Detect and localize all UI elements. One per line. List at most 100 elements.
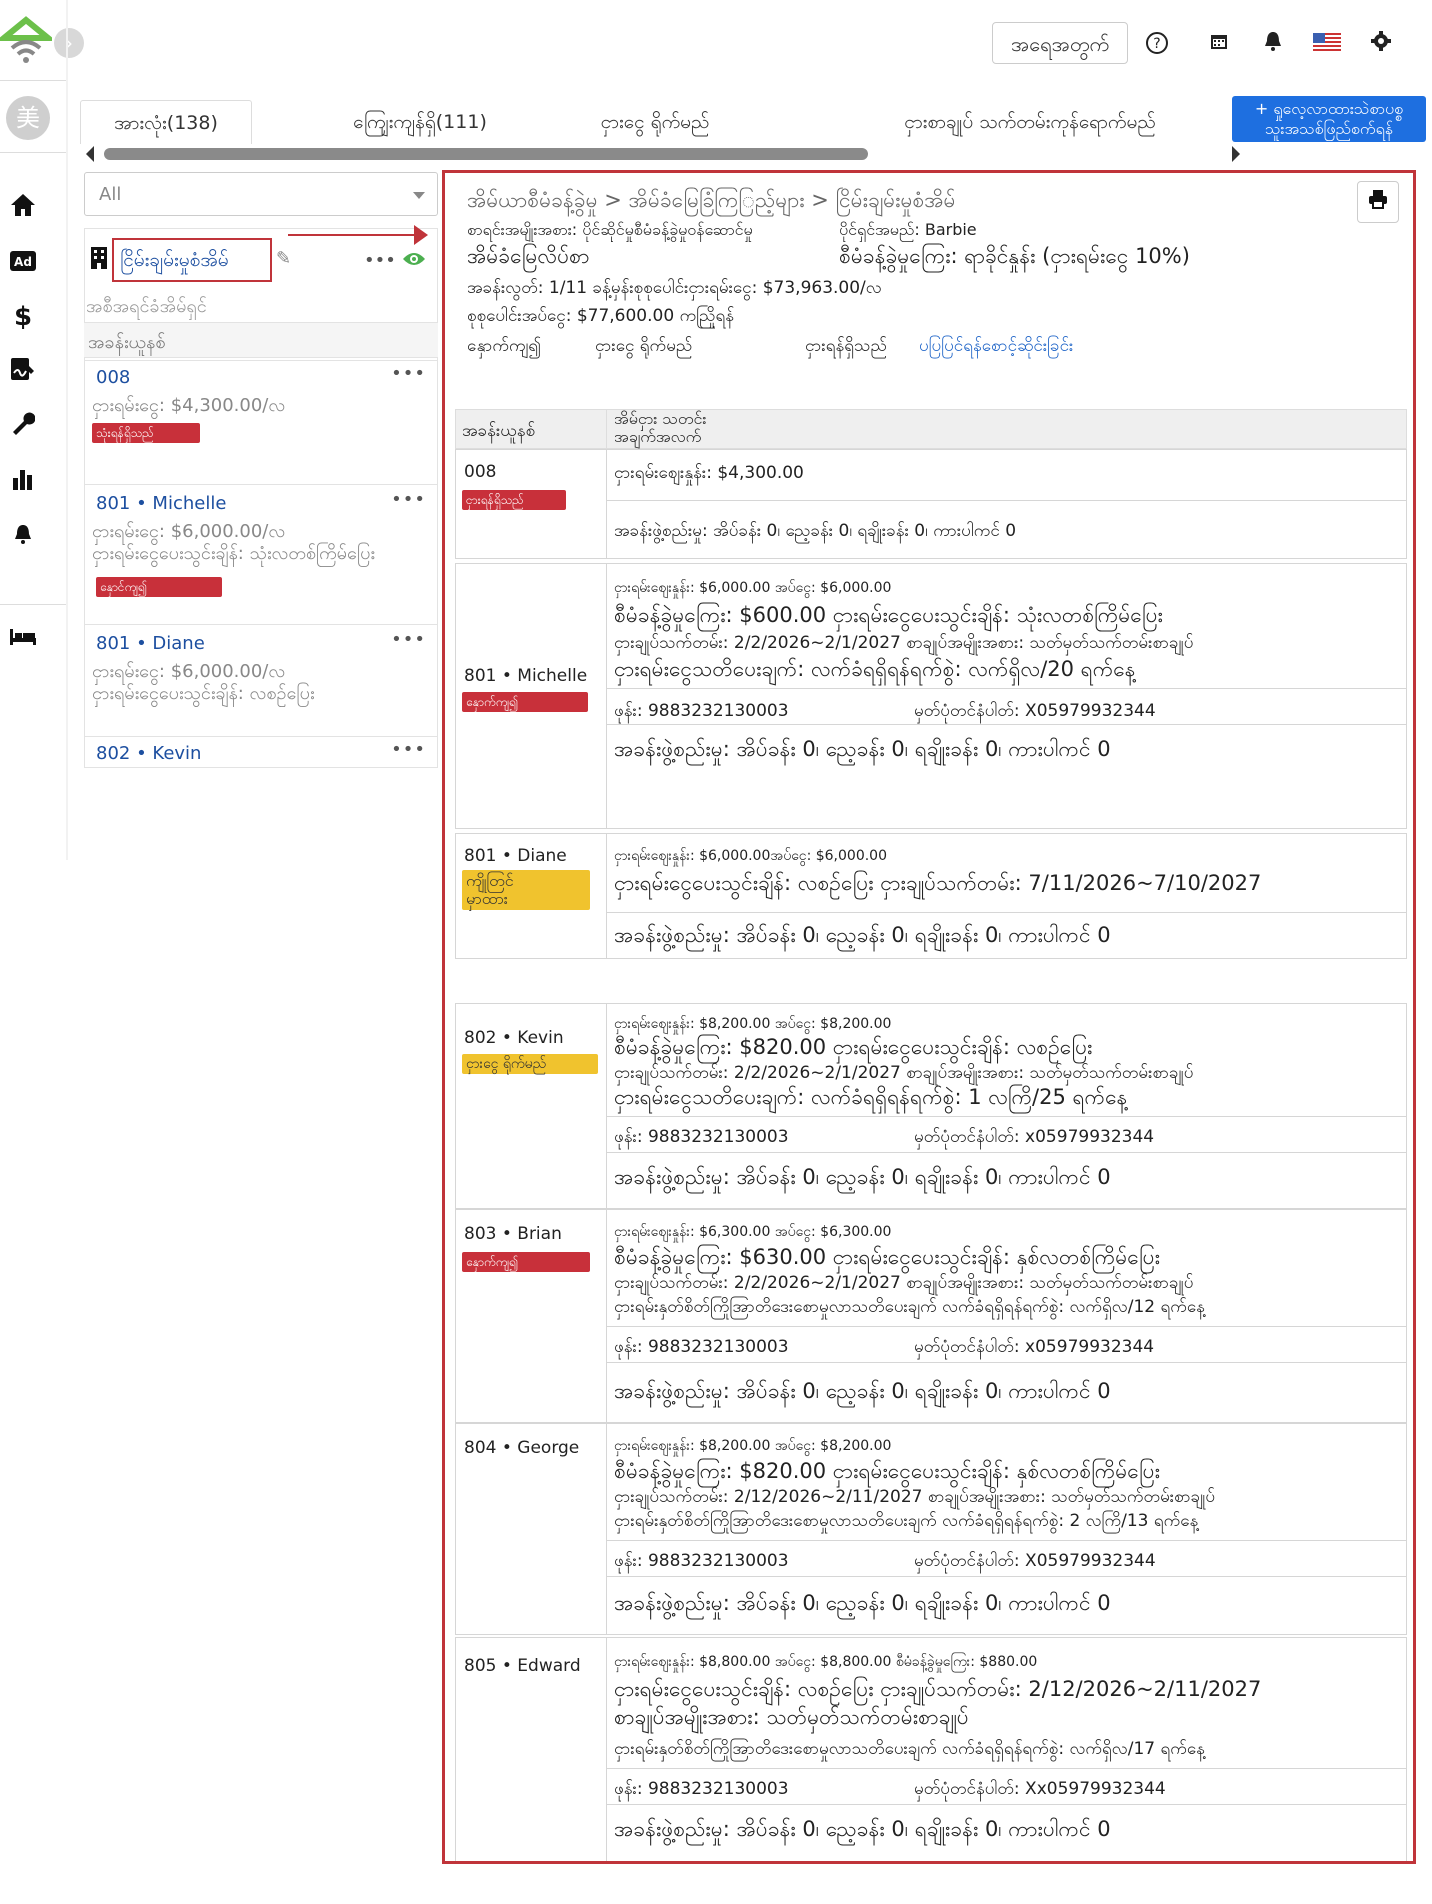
column-divider <box>606 1004 607 1208</box>
more-options-icon[interactable]: ••• <box>391 363 426 384</box>
filter-link-arrears[interactable]: နှောက်ကျ၍ <box>467 335 541 360</box>
more-options-icon[interactable]: ••• <box>391 739 426 760</box>
signature-icon[interactable] <box>8 357 38 387</box>
more-options-icon[interactable]: ••• <box>391 489 426 510</box>
room-unit-header-label: အခန်းယူနစ် <box>88 332 166 353</box>
column-divider <box>606 410 607 448</box>
list-item-title: 801 • Diane <box>96 633 205 654</box>
rent-deposit: ငှားရမ်းစျေးနှုန်း: $6,300.00 အပ်ငွေ: $6… <box>614 1224 892 1240</box>
rent-deposit: ငှားရမ်းစျေးနှုန်း: $8,200.00 အပ်ငွေ: $8… <box>614 1016 892 1032</box>
add-property-button[interactable]: + ရှုလေ့လာထားသဲစာပစ္စ သူးအသစ်ဖြည်စက်ရန် <box>1232 96 1426 142</box>
bed-icon[interactable] <box>8 624 38 654</box>
status-badge: ငှားငွေ ရိုက်မည် <box>462 1054 598 1074</box>
col-unit: အခန်းယူနစ် <box>462 421 536 441</box>
tab-rent-due[interactable]: ငှားငွေ ရိုက်မည် <box>580 100 730 144</box>
list-item[interactable]: 008 ••• ငှားရမ်းငွေ: $4,300.00/လ သုံးရန်… <box>84 360 438 484</box>
edit-icon[interactable]: ✎ <box>276 248 291 269</box>
row-divider <box>606 500 1406 501</box>
unit-name: 008 <box>464 462 497 482</box>
unit-name: 804 • George <box>464 1438 580 1458</box>
row-divider <box>606 1576 1406 1577</box>
filter-link-vacant[interactable]: ငှားရန်ရှိသည် <box>805 335 887 360</box>
filter-link-rent-due[interactable]: ငှားငွေ ရိုက်မည် <box>595 335 692 360</box>
phone: ဖုန်း: 9883232130003 <box>614 1127 789 1147</box>
eye-icon[interactable] <box>402 250 426 272</box>
rent-reminder: ငှားရမ်းငွေသတိပေးချက်: လက်ခံရရှိရန်ရက်စွ… <box>614 1085 1128 1109</box>
lease-term: ငှားချုပ်သက်တမ်း: 2/2/2026~2/1/2027 စာချ… <box>614 633 1194 653</box>
print-button[interactable] <box>1357 181 1399 223</box>
filter-link-repair[interactable]: ပပြပြင်ရန်စောင့်ဆိုင်းခြင်း <box>919 335 1073 360</box>
home-icon[interactable] <box>8 193 38 223</box>
management-type: စာရင်းအမျိုးအစား: ပိုင်ဆိုင်မှုစီမံခန့်ခ… <box>467 220 753 239</box>
question-circle-icon[interactable]: ? <box>1142 30 1172 60</box>
status-badge: ကျိုတြင် မှာထား <box>462 870 590 910</box>
table-row[interactable]: 801 • Diane ကျိုတြင် မှာထား ငှားရမ်းစျေး… <box>455 833 1407 959</box>
fee-payment: စီမံခန့်ခွဲမှုကြေး: $820.00 ငှားရမ်းငွေပ… <box>614 1035 1093 1059</box>
column-divider <box>606 564 607 828</box>
ad-icon[interactable]: Ad <box>8 248 38 278</box>
table-row[interactable]: 008 ငှားရန်ရှိသည် ငှားရမ်းစျေးနှုန်း: $4… <box>455 449 1407 559</box>
table-row[interactable]: 805 • Edward ငှားရမ်းစျေးနှုန်း: $8,800.… <box>455 1637 1407 1861</box>
tab-lease-expiring[interactable]: ငှားစာချုပ် သက်တမ်းကုန်ရောက်မည် <box>880 100 1180 144</box>
rent-reminder: ငှားရမ်းနှတ်စိတ်ကြိုအြာတိဒေးစောမှုလာသတိပ… <box>614 1511 1199 1531</box>
list-item-payment: ငှားရမ်းငွေပေးသွင်းချိန်: လစဉ်ပြေး <box>92 683 315 704</box>
avatar[interactable]: 美 <box>6 96 50 140</box>
wrench-icon[interactable] <box>8 412 38 442</box>
payment-lease: ငှားရမ်းငွေပေးသွင်းချိန်: လစဉ်ပြေး ငှားခ… <box>614 871 1262 895</box>
rent-deposit: ငှားရမ်းစျေးနှုန်း: $8,200.00 အပ်ငွေ: $8… <box>614 1438 892 1454</box>
list-item-rent: ငှားရမ်းငွေ: $4,300.00/လ <box>92 395 286 416</box>
more-options-icon[interactable]: ••• <box>391 629 426 650</box>
id-number: မှတ်ပုံတင်နံပါတ်: X05979932344 <box>914 1551 1156 1571</box>
bar-chart-icon[interactable] <box>8 467 38 497</box>
dollar-icon[interactable]: $ <box>8 302 38 332</box>
status-badge: နှောက်ကျ၍ <box>462 692 588 712</box>
collapse-sidebar-button[interactable]: › <box>54 28 84 58</box>
list-item-title: 008 <box>96 367 131 388</box>
row-divider <box>606 724 1406 725</box>
room-layout: အခန်းဖွဲ့စည်းမှု: အိပ်ခန်း 0၊ ညေ့ခန်း 0၊… <box>614 521 1017 541</box>
row-divider <box>606 1540 1406 1541</box>
gear-icon[interactable] <box>1366 30 1396 60</box>
scroll-left-arrow[interactable] <box>86 146 94 162</box>
id-number: မှတ်ပုံတင်နံပါတ်: Xx05979932344 <box>914 1779 1166 1799</box>
phone: ဖုန်း: 9883232130003 <box>614 1551 789 1571</box>
rent-deposit-fee: ငှားရမ်းစျေးနှုန်း: $8,800.00 အပ်ငွေ: $8… <box>614 1654 1038 1670</box>
id-number: မှတ်ပုံတင်နံပါတ်: x05979932344 <box>914 1337 1155 1357</box>
scroll-right-arrow[interactable] <box>1232 146 1240 162</box>
tab-arrears[interactable]: ကျြေးကျန်ရှိ(111) <box>340 100 500 144</box>
property-filter-select[interactable]: All <box>84 172 438 216</box>
list-item[interactable]: 801 • Diane ••• ငှားရမ်းငွေ: $6,000.00/လ… <box>84 624 438 736</box>
list-item[interactable]: 802 • Kevin ••• <box>84 736 438 768</box>
annotation-arrow <box>288 234 418 236</box>
search-count-button[interactable]: အရေအတွက် <box>992 22 1128 64</box>
app-logo <box>0 14 57 66</box>
more-options-icon[interactable]: ••• <box>364 250 396 271</box>
horizontal-scrollbar[interactable] <box>104 148 868 160</box>
calendar-icon[interactable] <box>1204 30 1234 60</box>
status-badge: သုံးရန်ရှိသည် <box>92 423 200 443</box>
bell-icon[interactable] <box>8 522 38 552</box>
building-icon <box>90 246 112 272</box>
breadcrumb[interactable]: အိမ်ယာစီမံခန့်ခွဲမှု > အိမ်ခံမြေခြံကြြည့… <box>467 187 956 218</box>
property-name[interactable]: ငြိမ်းချမ်းမှုစံအိမ် <box>112 238 272 282</box>
table-row[interactable]: 801 • Michelle နှောက်ကျ၍ ငှားရမ်းစျေးနှု… <box>455 563 1407 829</box>
vacancy-summary: အခန်းလွတ်: 1/11 ခန့်မှန်းစုစုပေါင်းငှားရ… <box>467 278 882 298</box>
property-detail-panel: အိမ်ယာစီမံခန့်ခွဲမှု > အိမ်ခံမြေခြံကြြည့… <box>442 170 1416 1864</box>
table-header: အခန်းယူနစ် အိမ်ငှား သတင်း အချက်အလက် <box>455 409 1407 449</box>
room-layout: အခန်းဖွဲ့စည်းမှု: အိပ်ခန်း 0၊ ညေ့ခန်း 0၊… <box>614 1379 1111 1403</box>
phone: ဖုန်း: 9883232130003 <box>614 701 789 721</box>
us-flag-icon[interactable] <box>1312 30 1342 60</box>
list-item[interactable]: 801 • Michelle ••• ငှားရမ်းငွေ: $6,000.0… <box>84 484 438 624</box>
list-item-payment: ငှားရမ်းငွေပေးသွင်းချိန်: သုံးလတစ်ကြိမ်ပ… <box>92 543 375 564</box>
table-row[interactable]: 804 • George ငှားရမ်းစျေးနှုန်း: $8,200.… <box>455 1423 1407 1635</box>
table-row[interactable]: 802 • Kevin ငှားငွေ ရိုက်မည် ငှားရမ်းစျေ… <box>455 1003 1407 1209</box>
row-divider <box>606 1116 1406 1117</box>
tab-all[interactable]: အားလုံး(138) <box>80 100 252 144</box>
row-divider <box>606 1768 1406 1769</box>
sidebar-edge <box>66 0 68 860</box>
column-divider <box>606 1638 607 1861</box>
bell-icon[interactable] <box>1258 30 1288 60</box>
unit-name: 805 • Edward <box>464 1656 581 1676</box>
annotation-arrow-head <box>414 225 428 245</box>
table-row[interactable]: 803 • Brian နှောက်ကျ၍ ငှားရမ်းစျေးနှုန်း… <box>455 1209 1407 1423</box>
